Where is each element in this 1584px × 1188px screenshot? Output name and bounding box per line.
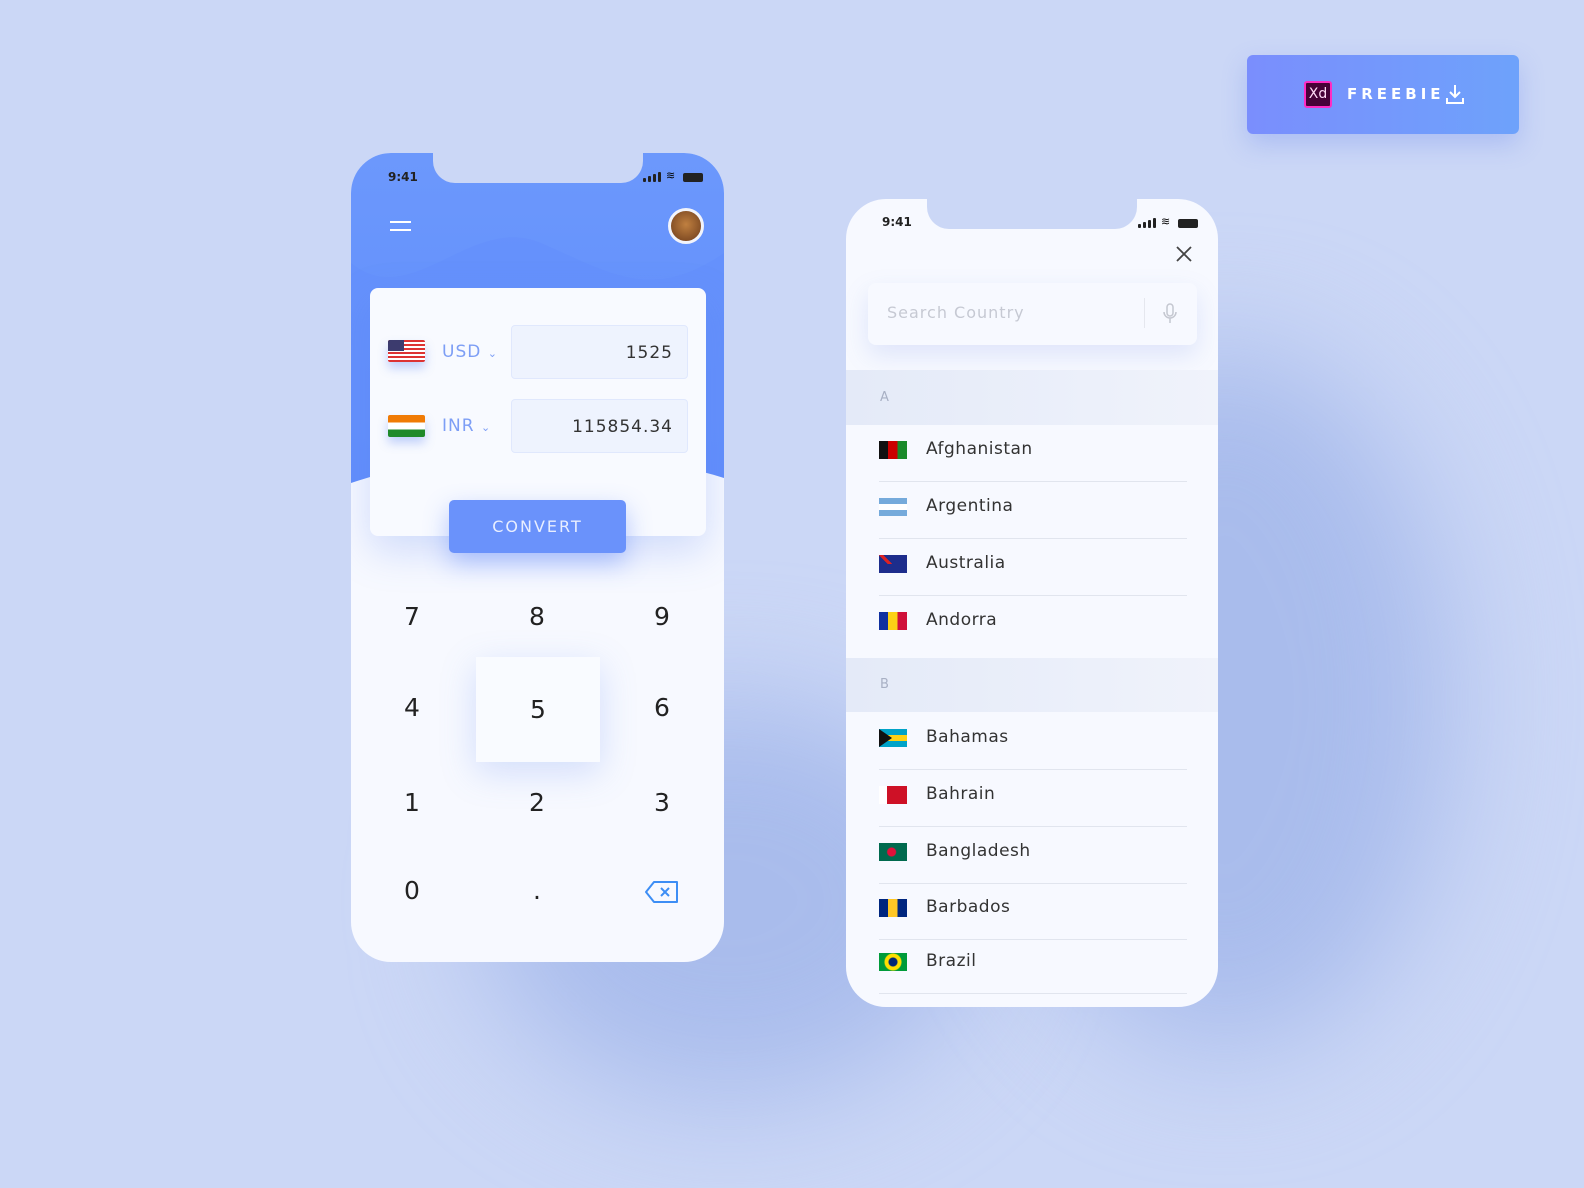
key-9[interactable]: 9 [600,572,724,662]
hamburger-icon[interactable] [390,221,411,231]
currency-code: INR [442,416,475,436]
india-flag [388,415,425,437]
status-time: 9:41 [388,170,418,184]
us-flag [388,340,425,362]
key-4[interactable]: 4 [351,663,474,753]
key-6[interactable]: 6 [600,663,724,753]
amount-input-usd[interactable]: 1525 [511,325,688,379]
freebie-download-button[interactable]: Xd FREEBIE [1247,55,1519,134]
close-icon[interactable] [1176,246,1192,262]
currency-select-inr[interactable]: INR ⌄ [442,416,491,436]
country-row-argentina[interactable]: Argentina [879,482,1187,539]
wifi-icon: ≋ [666,169,676,182]
country-name: Afghanistan [926,439,1033,459]
country-name: Bahamas [926,727,1009,747]
converter-card: USD ⌄ 1525 INR ⌄ 115854.34 [370,288,706,536]
chevron-down-icon: ⌄ [480,421,492,434]
microphone-icon[interactable] [1162,303,1178,325]
download-icon [1446,85,1464,104]
backspace-key[interactable] [600,846,724,936]
battery-icon [1178,219,1199,228]
bangladesh-flag [879,843,907,861]
wifi-icon: ≋ [1161,215,1171,228]
afghanistan-flag [879,441,907,459]
country-name: Bahrain [926,784,996,804]
country-row-bangladesh[interactable]: Bangladesh [879,827,1187,884]
notch [927,199,1137,229]
section-header-b [846,658,1218,712]
country-row-bahrain[interactable]: Bahrain [879,770,1187,827]
australia-flag [879,555,907,573]
key-7[interactable]: 7 [351,572,474,662]
amount-input-inr[interactable]: 115854.34 [511,399,688,453]
section-header-a [846,370,1218,425]
key-3[interactable]: 3 [600,758,724,848]
status-icons: ≋ [1138,215,1199,228]
country-name: Argentina [926,496,1014,516]
freebie-label: FREEBIE [1347,85,1445,103]
key-5[interactable]: 5 [476,657,600,762]
key-0[interactable]: 0 [351,846,474,936]
section-letter: A [880,390,889,405]
key-8[interactable]: 8 [475,572,599,662]
currency-select-usd[interactable]: USD ⌄ [442,342,498,362]
divider [1144,298,1145,328]
notch [432,153,643,183]
andorra-flag [879,612,907,630]
bahamas-flag [879,729,907,747]
country-row-barbados[interactable]: Barbados [879,883,1187,940]
country-name: Barbados [926,897,1011,917]
user-avatar[interactable] [668,208,704,244]
country-row-australia[interactable]: Australia [879,539,1187,596]
country-row-andorra[interactable]: Andorra [879,596,1187,653]
status-time: 9:41 [882,215,912,229]
brazil-flag [879,953,907,971]
country-row-bahamas[interactable]: Bahamas [879,713,1187,770]
key-2[interactable]: 2 [475,758,599,848]
bahrain-flag [879,786,907,804]
currency-code: USD [442,342,482,362]
barbados-flag [879,899,907,917]
country-name: Brazil [926,951,977,971]
key-decimal[interactable]: . [475,846,599,936]
convert-button[interactable]: CONVERT [449,500,626,553]
battery-icon [683,173,704,182]
country-name: Australia [926,553,1006,573]
adobe-xd-logo: Xd [1304,81,1332,108]
chevron-down-icon: ⌄ [487,347,498,360]
section-letter: B [880,677,889,692]
search-country-input[interactable]: Search Country [868,283,1197,345]
converter-screen: 9:41 ≋ USD ⌄ 1525 INR ⌄ 115854.34 CONVER… [351,153,724,962]
country-name: Andorra [926,610,998,630]
backspace-icon [645,881,678,903]
argentina-flag [879,498,907,516]
status-icons: ≋ [643,169,704,182]
country-row-brazil[interactable]: Brazil [879,937,1187,994]
country-picker-screen: 9:41 ≋ Search Country A Afghanistan Arge… [846,199,1218,1007]
search-placeholder: Search Country [887,303,1025,322]
key-1[interactable]: 1 [351,758,474,848]
country-name: Bangladesh [926,841,1031,861]
country-row-afghanistan[interactable]: Afghanistan [879,425,1187,482]
